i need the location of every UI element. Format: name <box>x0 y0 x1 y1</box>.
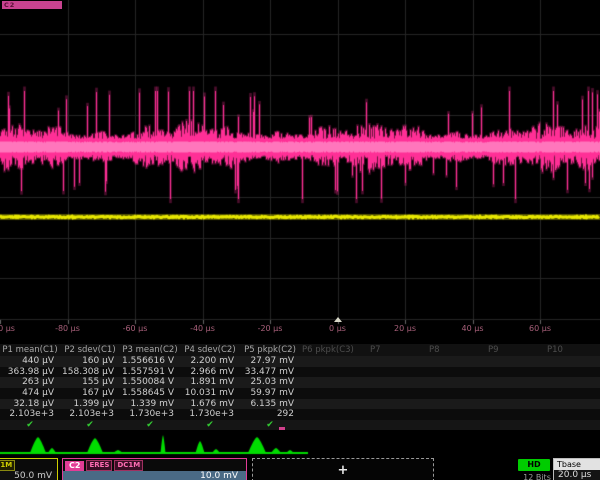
measure-header-row: P1 mean(C1)P2 sdev(C1)P3 mean(C2)P4 sdev… <box>0 344 600 356</box>
measure-value-row: 440 µV160 µV1.556616 V2.200 mV27.97 mV <box>0 356 600 367</box>
measure-value-cell: 160 µV <box>60 356 120 367</box>
measure-value-cell: 1.557591 V <box>120 367 180 378</box>
oscilloscope-screen: C2 -100 µs -80 µs -60 µs -40 µs -20 µs 0 µs 20… <box>0 0 600 480</box>
measure-status-row: ✔✔✔✔✔ <box>0 420 600 430</box>
measure-value-cell: 1.676 mV <box>180 399 240 410</box>
measure-value-cell: 2.200 mV <box>180 356 240 367</box>
measure-value-cell: 263 µV <box>0 377 60 388</box>
measure-header[interactable]: P3 mean(C2) <box>120 344 180 356</box>
measure-value-cell: 1.730e+3 <box>180 409 240 420</box>
measure-value-cell: 6.135 mV <box>240 399 300 410</box>
measure-value-cell: 1.550084 V <box>120 377 180 388</box>
time-tick-label: 20 µs <box>394 324 416 333</box>
measure-value-cell: 474 µV <box>0 388 60 399</box>
measure-value-cell: 155 µV <box>60 377 120 388</box>
measure-header-unused[interactable]: P9 <box>482 344 541 356</box>
measure-header-unused[interactable]: P7 <box>364 344 423 356</box>
time-tick-label: 40 µs <box>462 324 484 333</box>
channel1-descriptor[interactable]: C1 DC1M 50.0 mV <box>0 458 58 480</box>
measure-histicon <box>0 430 600 460</box>
measure-value-cell: 1.339 mV <box>120 399 180 410</box>
measure-value-cell: 158.308 µV <box>60 367 120 378</box>
tbase-value: 20.0 µs <box>554 470 600 480</box>
channel2-descriptor[interactable]: C2 ERES DC1M 10.0 mV <box>62 458 247 480</box>
channel2-eres-tag: ERES <box>86 460 112 471</box>
status-check-icon: ✔ <box>120 420 180 430</box>
measure-value-row: 2.103e+32.103e+31.730e+31.730e+3292 <box>0 409 600 420</box>
channel1-coupling-tag: DC1M <box>0 460 15 471</box>
measure-header[interactable]: P1 mean(C1) <box>0 344 60 356</box>
status-check-icon: ✔ <box>60 420 120 430</box>
hd-mode-badge: HD <box>518 459 550 471</box>
channel2-coupling-tag: DC1M <box>114 460 143 471</box>
channel1-scale-value: 50.0 mV <box>0 471 57 480</box>
time-tick-label: -60 µs <box>123 324 148 333</box>
channel2-header: C2 ERES DC1M <box>63 459 246 471</box>
plus-icon: + <box>338 463 349 478</box>
adc-bits-label: 12 Bits <box>517 473 557 480</box>
timebase-descriptor[interactable]: Tbase 20.0 µs <box>553 458 600 480</box>
add-trace-button[interactable]: + <box>252 458 434 480</box>
measurement-table: P1 mean(C1)P2 sdev(C1)P3 mean(C2)P4 sdev… <box>0 344 600 430</box>
measure-header-unused[interactable]: P6 pkpk(C3) <box>300 344 364 356</box>
status-check-icon: ✔ <box>180 420 240 430</box>
measure-value-cell: 1.891 mV <box>180 377 240 388</box>
measure-value-cell: 25.03 mV <box>240 377 300 388</box>
measure-header[interactable]: P4 sdev(C2) <box>180 344 240 356</box>
measure-header-unused[interactable]: P10 <box>541 344 600 356</box>
status-check-icon: ✔ <box>0 420 60 430</box>
time-tick-label: -80 µs <box>55 324 80 333</box>
measure-value-cell: 27.97 mV <box>240 356 300 367</box>
measure-value-row: 474 µV167 µV1.558645 V10.031 mV59.97 mV <box>0 388 600 399</box>
measure-value-cell: 292 <box>240 409 300 420</box>
measure-value-cell: 363.98 µV <box>0 367 60 378</box>
measure-header-unused[interactable]: P8 <box>423 344 482 356</box>
measure-value-cell: 1.399 µV <box>60 399 120 410</box>
time-axis: -100 µs -80 µs -60 µs -40 µs -20 µs 0 µs 20 µs… <box>0 322 600 336</box>
measure-value-cell: 59.97 mV <box>240 388 300 399</box>
trigger-position-marker[interactable] <box>334 317 342 322</box>
measure-header[interactable]: P5 pkpk(C2) <box>240 344 300 356</box>
measure-value-cell: 167 µV <box>60 388 120 399</box>
measure-value-cell: 2.103e+3 <box>60 409 120 420</box>
graticule-waveform-area <box>0 0 600 340</box>
tbase-label: Tbase <box>554 459 600 470</box>
measure-value-cell: 1.558645 V <box>120 388 180 399</box>
measure-value-cell: 2.966 mV <box>180 367 240 378</box>
measure-value-cell: 10.031 mV <box>180 388 240 399</box>
measure-value-row: 32.18 µV1.399 µV1.339 mV1.676 mV6.135 mV <box>0 399 600 410</box>
time-tick-label: -100 µs <box>0 324 15 333</box>
time-tick-label: 0 µs <box>329 324 346 333</box>
measure-value-cell: 32.18 µV <box>0 399 60 410</box>
measure-header[interactable]: P2 sdev(C1) <box>60 344 120 356</box>
channel1-header: C1 DC1M <box>0 459 57 471</box>
trace-label-badge: C2 <box>2 1 62 9</box>
measure-value-row: 263 µV155 µV1.550084 V1.891 mV25.03 mV <box>0 377 600 388</box>
time-tick-label: 60 µs <box>529 324 551 333</box>
time-tick-label: -40 µs <box>190 324 215 333</box>
channel2-scale-value: 10.0 mV <box>63 471 246 480</box>
status-check-icon: ✔ <box>240 420 300 430</box>
measure-value-cell: 2.103e+3 <box>0 409 60 420</box>
measure-value-cell: 440 µV <box>0 356 60 367</box>
measure-value-cell: 33.477 mV <box>240 367 300 378</box>
time-tick-label: -20 µs <box>258 324 283 333</box>
measure-value-cell: 1.556616 V <box>120 356 180 367</box>
measure-value-row: 363.98 µV158.308 µV1.557591 V2.966 mV33.… <box>0 367 600 378</box>
measure-value-cell: 1.730e+3 <box>120 409 180 420</box>
channel2-badge[interactable]: C2 <box>65 461 84 471</box>
